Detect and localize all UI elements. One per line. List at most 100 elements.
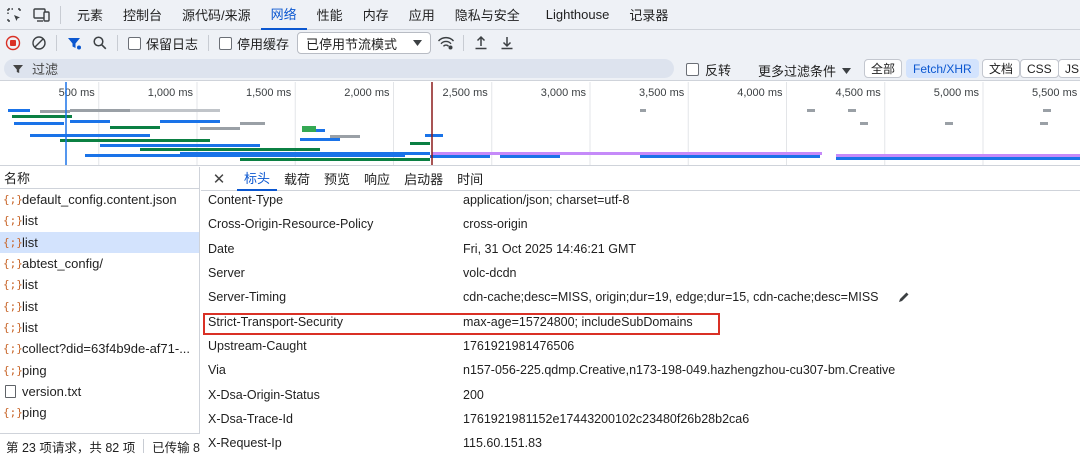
network-conditions-button[interactable] — [433, 30, 459, 56]
request-row[interactable]: {;} default_config.content.json — [0, 189, 199, 210]
request-row[interactable]: {;} list — [0, 295, 199, 316]
header-value[interactable]: cross-origin — [463, 217, 528, 231]
tab-console[interactable]: 控制台 — [113, 0, 172, 30]
tab-initiator[interactable]: 启动器 — [397, 167, 450, 191]
close-icon[interactable]: ✕ — [201, 170, 237, 188]
edit-icon[interactable] — [897, 290, 911, 304]
tick-label: 2,000 ms — [344, 87, 390, 99]
preserve-log-checkbox[interactable]: 保留日志 — [128, 34, 198, 53]
activity-bar — [425, 134, 443, 137]
checkbox-box[interactable] — [219, 36, 233, 50]
tab-sources[interactable]: 源代码/来源 — [172, 0, 261, 30]
divider — [463, 35, 465, 51]
activity-bar — [8, 109, 30, 112]
request-row[interactable]: {;} abtest_config/ — [0, 253, 199, 274]
filter-input[interactable]: 过滤 — [4, 59, 674, 78]
checkbox-box[interactable] — [686, 63, 699, 76]
activity-bar — [240, 158, 430, 161]
header-name: Server — [208, 266, 245, 281]
header-name: X-Dsa-Trace-Id — [208, 411, 293, 426]
activity-bar — [807, 109, 815, 112]
request-name: version.txt — [22, 383, 82, 399]
activity-bar — [410, 142, 430, 145]
checkbox-box[interactable] — [128, 36, 141, 50]
search-button[interactable] — [87, 30, 113, 56]
filter-type-fetch-xhr[interactable]: Fetch/XHR — [906, 59, 979, 78]
tab-elements[interactable]: 元素 — [67, 0, 113, 30]
tick-label: 2,500 ms — [443, 87, 489, 99]
header-value[interactable]: Fri, 31 Oct 2025 14:46:21 GMT — [463, 242, 636, 256]
activity-bar — [330, 135, 360, 138]
filter-type-css[interactable]: CSS — [1020, 59, 1059, 78]
request-row[interactable]: {;} list — [0, 231, 199, 253]
request-row[interactable]: {;} collect?did=63f4b9de-af71-... — [0, 338, 199, 359]
tab-performance[interactable]: 性能 — [307, 0, 353, 30]
header-value[interactable]: volc-dcdn — [463, 266, 517, 280]
tick-label: 3,500 ms — [639, 87, 685, 99]
filter-type-doc[interactable]: 文档 — [982, 59, 1021, 78]
disable-cache-checkbox[interactable]: 停用缓存 — [219, 34, 289, 53]
inspect-element-icon[interactable] — [0, 0, 28, 30]
tab-payload[interactable]: 载荷 — [277, 167, 317, 191]
request-row[interactable]: {;} ping — [0, 359, 199, 380]
tab-network[interactable]: 网络 — [260, 0, 307, 30]
tab-headers[interactable]: 标头 — [237, 167, 278, 191]
activity-bar — [430, 155, 490, 158]
tab-response[interactable]: 响应 — [357, 167, 397, 191]
header-value[interactable]: 1761921981476506 — [463, 339, 574, 353]
filter-type-all[interactable]: 全部 — [864, 59, 903, 78]
export-har-button[interactable] — [494, 30, 520, 56]
tick-label: 4,000 ms — [737, 87, 783, 99]
filter-toggle-button[interactable] — [61, 30, 87, 56]
request-name: list — [22, 234, 38, 250]
header-row: Via n157-056-225.qdmp.Creative,n173-198-0… — [201, 358, 1080, 382]
request-list: 名称 {;} default_config.content.json {;} list… — [0, 167, 200, 433]
activity-bar — [860, 122, 868, 125]
tick-label: 4,500 ms — [836, 87, 882, 99]
request-name: abtest_config/ — [22, 256, 103, 272]
tab-lighthouse[interactable]: Lighthouse — [536, 0, 620, 30]
network-overview-timeline[interactable]: 500 ms 1,000 ms 1,500 ms 2,000 ms 2,500 ms 3,… — [0, 82, 1080, 166]
header-value[interactable]: 115.60.151.83 — [463, 436, 542, 450]
more-filters-dropdown[interactable]: 更多过滤条件 — [758, 61, 852, 80]
xhr-icon: {;} — [3, 257, 23, 271]
header-row: Server volc-dcdn — [201, 261, 1080, 285]
tab-privacy-security[interactable]: 隐私与安全 — [445, 0, 530, 30]
tab-memory[interactable]: 内存 — [353, 0, 399, 30]
header-value[interactable]: application/json; charset=utf-8 — [463, 193, 629, 207]
header-value[interactable]: n157-056-225.qdmp.Creative,n173-198-049.… — [463, 363, 895, 377]
activity-bar — [110, 126, 160, 129]
device-toolbar-icon[interactable] — [28, 0, 56, 30]
header-value[interactable]: 1761921981152e17443200102c23480f26b28b2c… — [463, 412, 749, 426]
request-name: collect?did=63f4b9de-af71-... — [22, 341, 191, 357]
header-row: X-Dsa-Origin-Status 200 — [201, 382, 1080, 406]
invert-checkbox[interactable]: 反转 — [686, 60, 731, 79]
request-name: list — [22, 298, 38, 314]
tab-preview[interactable]: 预览 — [317, 167, 357, 191]
header-value[interactable]: 200 — [463, 388, 484, 402]
request-name: list — [22, 213, 38, 229]
filter-type-js[interactable]: JS — [1058, 59, 1080, 78]
request-row[interactable]: version.txt — [0, 381, 199, 402]
header-name: Cross-Origin-Resource-Policy — [208, 217, 374, 232]
activity-bar — [1040, 122, 1048, 125]
tab-application[interactable]: 应用 — [399, 0, 445, 30]
throttling-value: 已停用节流模式 — [306, 36, 398, 52]
header-value[interactable]: cdn-cache;desc=MISS, origin;dur=19, edge… — [463, 290, 879, 304]
request-name: list — [22, 277, 38, 293]
tab-recorder[interactable]: 记录器 — [619, 0, 678, 30]
network-toolbar: 保留日志 停用缓存 已停用节流模式 — [0, 30, 1080, 56]
request-row[interactable]: {;} list — [0, 210, 199, 231]
request-row[interactable]: {;} list — [0, 274, 199, 295]
request-row[interactable]: {;} ping — [0, 402, 199, 423]
import-har-button[interactable] — [468, 30, 494, 56]
name-column-header[interactable]: 名称 — [0, 167, 199, 189]
activity-bar — [70, 109, 130, 112]
header-name: Upstream-Caught — [208, 338, 307, 353]
tab-timing[interactable]: 时间 — [450, 167, 490, 191]
clear-button[interactable] — [26, 30, 52, 56]
request-row[interactable]: {;} list — [0, 317, 199, 338]
stop-recording-button[interactable] — [0, 30, 26, 56]
throttling-select[interactable]: 已停用节流模式 — [297, 32, 432, 54]
divider — [117, 35, 118, 51]
